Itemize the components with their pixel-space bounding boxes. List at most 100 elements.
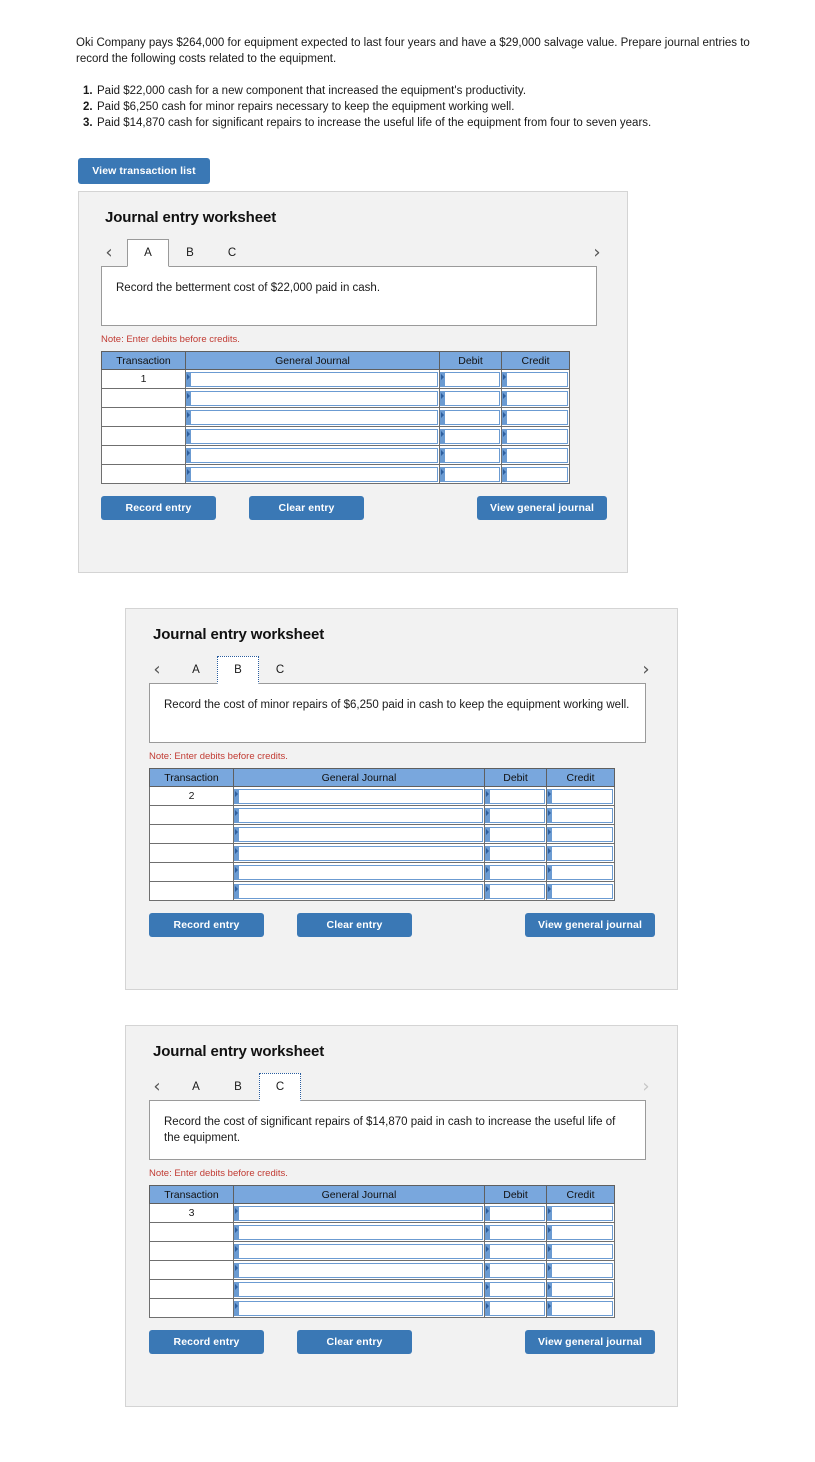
cell-credit-input[interactable] [501, 407, 570, 427]
cell-general-journal-input[interactable] [233, 1279, 485, 1299]
cell-credit-input[interactable] [546, 1298, 615, 1318]
cell-credit-input[interactable] [546, 1222, 615, 1242]
prev-tab-icon[interactable]: ‹ [149, 661, 165, 679]
cell-debit-input[interactable] [484, 824, 547, 844]
cell-credit-input-field[interactable] [547, 1281, 613, 1297]
cell-credit-input-field[interactable] [547, 864, 613, 880]
cell-debit-input-field[interactable] [485, 845, 545, 861]
cell-general-journal-input-field[interactable] [234, 1262, 483, 1278]
cell-general-journal-input[interactable] [233, 1260, 485, 1280]
cell-debit-input-field[interactable] [485, 883, 545, 899]
cell-general-journal-input[interactable] [185, 464, 440, 484]
cell-debit-input[interactable] [484, 1279, 547, 1299]
cell-debit-input[interactable] [439, 426, 502, 446]
cell-credit-input[interactable] [501, 388, 570, 408]
cell-credit-input[interactable] [501, 445, 570, 465]
cell-credit-input[interactable] [546, 1279, 615, 1299]
cell-general-journal-input[interactable] [233, 805, 485, 825]
cell-general-journal-input[interactable] [233, 1298, 485, 1318]
cell-credit-input[interactable] [501, 369, 570, 389]
cell-general-journal-input[interactable] [233, 862, 485, 882]
cell-credit-input[interactable] [546, 824, 615, 844]
cell-debit-input[interactable] [484, 805, 547, 825]
cell-debit-input-field[interactable] [485, 1224, 545, 1240]
tab-b[interactable]: B [217, 1073, 259, 1100]
tab-b[interactable]: B [169, 239, 211, 266]
cell-general-journal-input-field[interactable] [234, 1243, 483, 1259]
cell-debit-input-field[interactable] [440, 409, 500, 425]
view-general-journal-button[interactable]: View general journal [525, 1330, 655, 1354]
cell-debit-input-field[interactable] [485, 788, 545, 804]
cell-general-journal-input-field[interactable] [234, 1224, 483, 1240]
cell-general-journal-input-field[interactable] [234, 788, 483, 804]
cell-general-journal-input[interactable] [233, 1203, 485, 1223]
view-transaction-list-button[interactable]: View transaction list [78, 158, 210, 184]
cell-debit-input-field[interactable] [440, 390, 500, 406]
cell-debit-input-field[interactable] [440, 428, 500, 444]
cell-general-journal-input-field[interactable] [234, 807, 483, 823]
tab-c[interactable]: C [259, 656, 301, 683]
cell-credit-input-field[interactable] [502, 371, 568, 387]
cell-credit-input[interactable] [501, 464, 570, 484]
cell-credit-input-field[interactable] [547, 807, 613, 823]
cell-general-journal-input-field[interactable] [186, 428, 438, 444]
cell-credit-input-field[interactable] [502, 390, 568, 406]
cell-credit-input[interactable] [546, 1203, 615, 1223]
tab-c[interactable]: C [211, 239, 253, 266]
cell-general-journal-input-field[interactable] [186, 447, 438, 463]
cell-debit-input[interactable] [484, 1222, 547, 1242]
cell-credit-input-field[interactable] [502, 409, 568, 425]
cell-general-journal-input[interactable] [233, 1241, 485, 1261]
cell-general-journal-input[interactable] [185, 426, 440, 446]
cell-general-journal-input-field[interactable] [186, 409, 438, 425]
cell-debit-input[interactable] [484, 1203, 547, 1223]
cell-general-journal-input-field[interactable] [234, 883, 483, 899]
cell-credit-input[interactable] [546, 1241, 615, 1261]
cell-debit-input-field[interactable] [485, 807, 545, 823]
cell-debit-input-field[interactable] [485, 1281, 545, 1297]
cell-debit-input-field[interactable] [485, 1262, 545, 1278]
cell-debit-input[interactable] [439, 388, 502, 408]
cell-credit-input-field[interactable] [547, 845, 613, 861]
view-general-journal-button[interactable]: View general journal [525, 913, 655, 937]
cell-general-journal-input-field[interactable] [186, 466, 438, 482]
cell-debit-input[interactable] [484, 1260, 547, 1280]
cell-debit-input[interactable] [439, 407, 502, 427]
cell-debit-input[interactable] [484, 862, 547, 882]
cell-debit-input[interactable] [439, 369, 502, 389]
cell-debit-input-field[interactable] [485, 1243, 545, 1259]
cell-general-journal-input-field[interactable] [234, 1281, 483, 1297]
cell-general-journal-input[interactable] [233, 881, 485, 901]
cell-debit-input[interactable] [484, 843, 547, 863]
cell-general-journal-input-field[interactable] [234, 826, 483, 842]
clear-entry-button[interactable]: Clear entry [249, 496, 364, 520]
tab-a[interactable]: A [127, 239, 169, 267]
cell-general-journal-input-field[interactable] [234, 1300, 483, 1316]
cell-credit-input-field[interactable] [547, 1243, 613, 1259]
tab-a[interactable]: A [175, 656, 217, 683]
cell-debit-input[interactable] [484, 1241, 547, 1261]
cell-credit-input-field[interactable] [547, 1205, 613, 1221]
cell-general-journal-input-field[interactable] [234, 1205, 483, 1221]
prev-tab-icon[interactable]: ‹ [149, 1078, 165, 1096]
cell-credit-input-field[interactable] [547, 883, 613, 899]
cell-general-journal-input[interactable] [233, 843, 485, 863]
record-entry-button[interactable]: Record entry [149, 913, 264, 937]
cell-debit-input[interactable] [484, 786, 547, 806]
tab-c[interactable]: C [259, 1073, 301, 1101]
view-general-journal-button[interactable]: View general journal [477, 496, 607, 520]
next-tab-icon[interactable]: › [589, 244, 605, 262]
next-tab-icon[interactable]: › [638, 661, 654, 679]
cell-general-journal-input-field[interactable] [186, 371, 438, 387]
cell-credit-input-field[interactable] [547, 1262, 613, 1278]
cell-general-journal-input[interactable] [185, 388, 440, 408]
clear-entry-button[interactable]: Clear entry [297, 1330, 412, 1354]
cell-credit-input-field[interactable] [502, 466, 568, 482]
cell-debit-input[interactable] [484, 1298, 547, 1318]
cell-credit-input[interactable] [501, 426, 570, 446]
cell-general-journal-input-field[interactable] [234, 864, 483, 880]
cell-general-journal-input[interactable] [233, 824, 485, 844]
cell-general-journal-input-field[interactable] [234, 845, 483, 861]
record-entry-button[interactable]: Record entry [101, 496, 216, 520]
cell-debit-input[interactable] [439, 445, 502, 465]
